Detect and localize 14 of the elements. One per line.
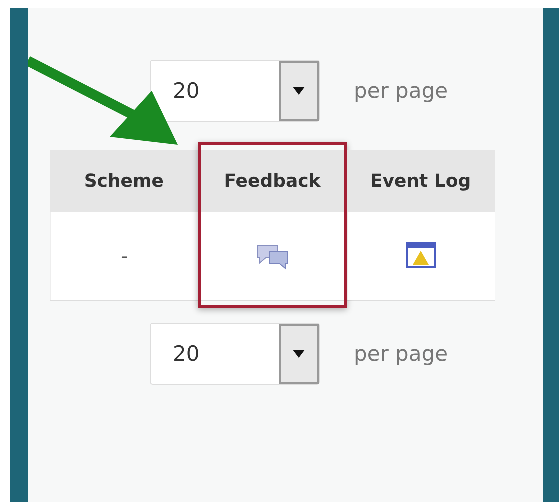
- page-size-select[interactable]: 20: [150, 323, 320, 385]
- page-size-value: 20: [172, 341, 201, 368]
- caret-icon: [293, 87, 305, 95]
- column-header[interactable]: Event Log: [346, 150, 495, 212]
- table-cell: -: [121, 244, 128, 268]
- dropdown-button[interactable]: [279, 61, 319, 121]
- warning-window-icon[interactable]: [406, 242, 436, 270]
- per-page-label: per page: [354, 342, 448, 366]
- dropdown-button[interactable]: [279, 324, 319, 384]
- column-header[interactable]: Scheme: [50, 150, 198, 212]
- caret-icon: [293, 350, 305, 358]
- page-size-select[interactable]: 20: [150, 60, 320, 122]
- per-page-label: per page: [354, 79, 448, 103]
- page-size-value: 20: [172, 78, 201, 105]
